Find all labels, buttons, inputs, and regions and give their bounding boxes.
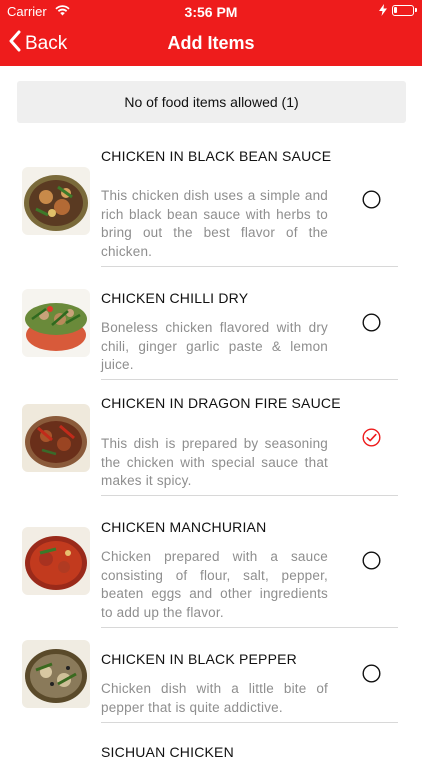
radio-button[interactable] [362,190,381,209]
radio-button[interactable] [362,664,381,683]
item-name: CHICKEN IN BLACK PEPPER [101,651,297,667]
divider [101,627,398,628]
item-name: SICHUAN CHICKEN [101,744,234,760]
food-image [22,640,90,708]
food-image [22,404,90,472]
food-image [22,167,90,235]
divider [101,722,398,723]
item-name: CHICKEN CHILLI DRY [101,290,249,306]
items-allowed-banner: No of food items allowed (1) [17,81,406,123]
item-description: This chicken dish uses a simple and rich… [101,188,328,259]
item-description: Boneless chicken flavored with dry chili… [101,320,328,372]
item-name: CHICKEN IN DRAGON FIRE SAUCE [101,395,341,411]
nav-header: Carrier 3:56 PM Back Add Items [0,0,422,66]
page-title: Add Items [167,33,255,53]
item-description: Chicken prepared with a sauce consisting… [101,549,328,620]
item-name: CHICKEN MANCHURIAN [101,519,267,535]
radio-button[interactable] [362,551,381,570]
radio-button-checked[interactable] [362,428,381,447]
food-image [22,527,90,595]
charging-icon [379,4,387,16]
radio-button[interactable] [362,313,381,332]
item-description: Chicken dish with a little bite of peppe… [101,681,328,715]
items-allowed-text: No of food items allowed (1) [124,94,299,110]
clock-time: 3:56 PM [184,4,238,20]
status-bar: Carrier 3:56 PM [0,0,422,22]
battery-icon [392,5,417,16]
divider [101,266,398,267]
item-name: CHICKEN IN BLACK BEAN SAUCE [101,148,332,164]
navigation-bar: Back Add Items [0,22,422,66]
item-description: This dish is prepared by seasoning the c… [101,436,328,488]
food-image [22,289,90,357]
divider [101,379,398,380]
divider [101,495,398,496]
